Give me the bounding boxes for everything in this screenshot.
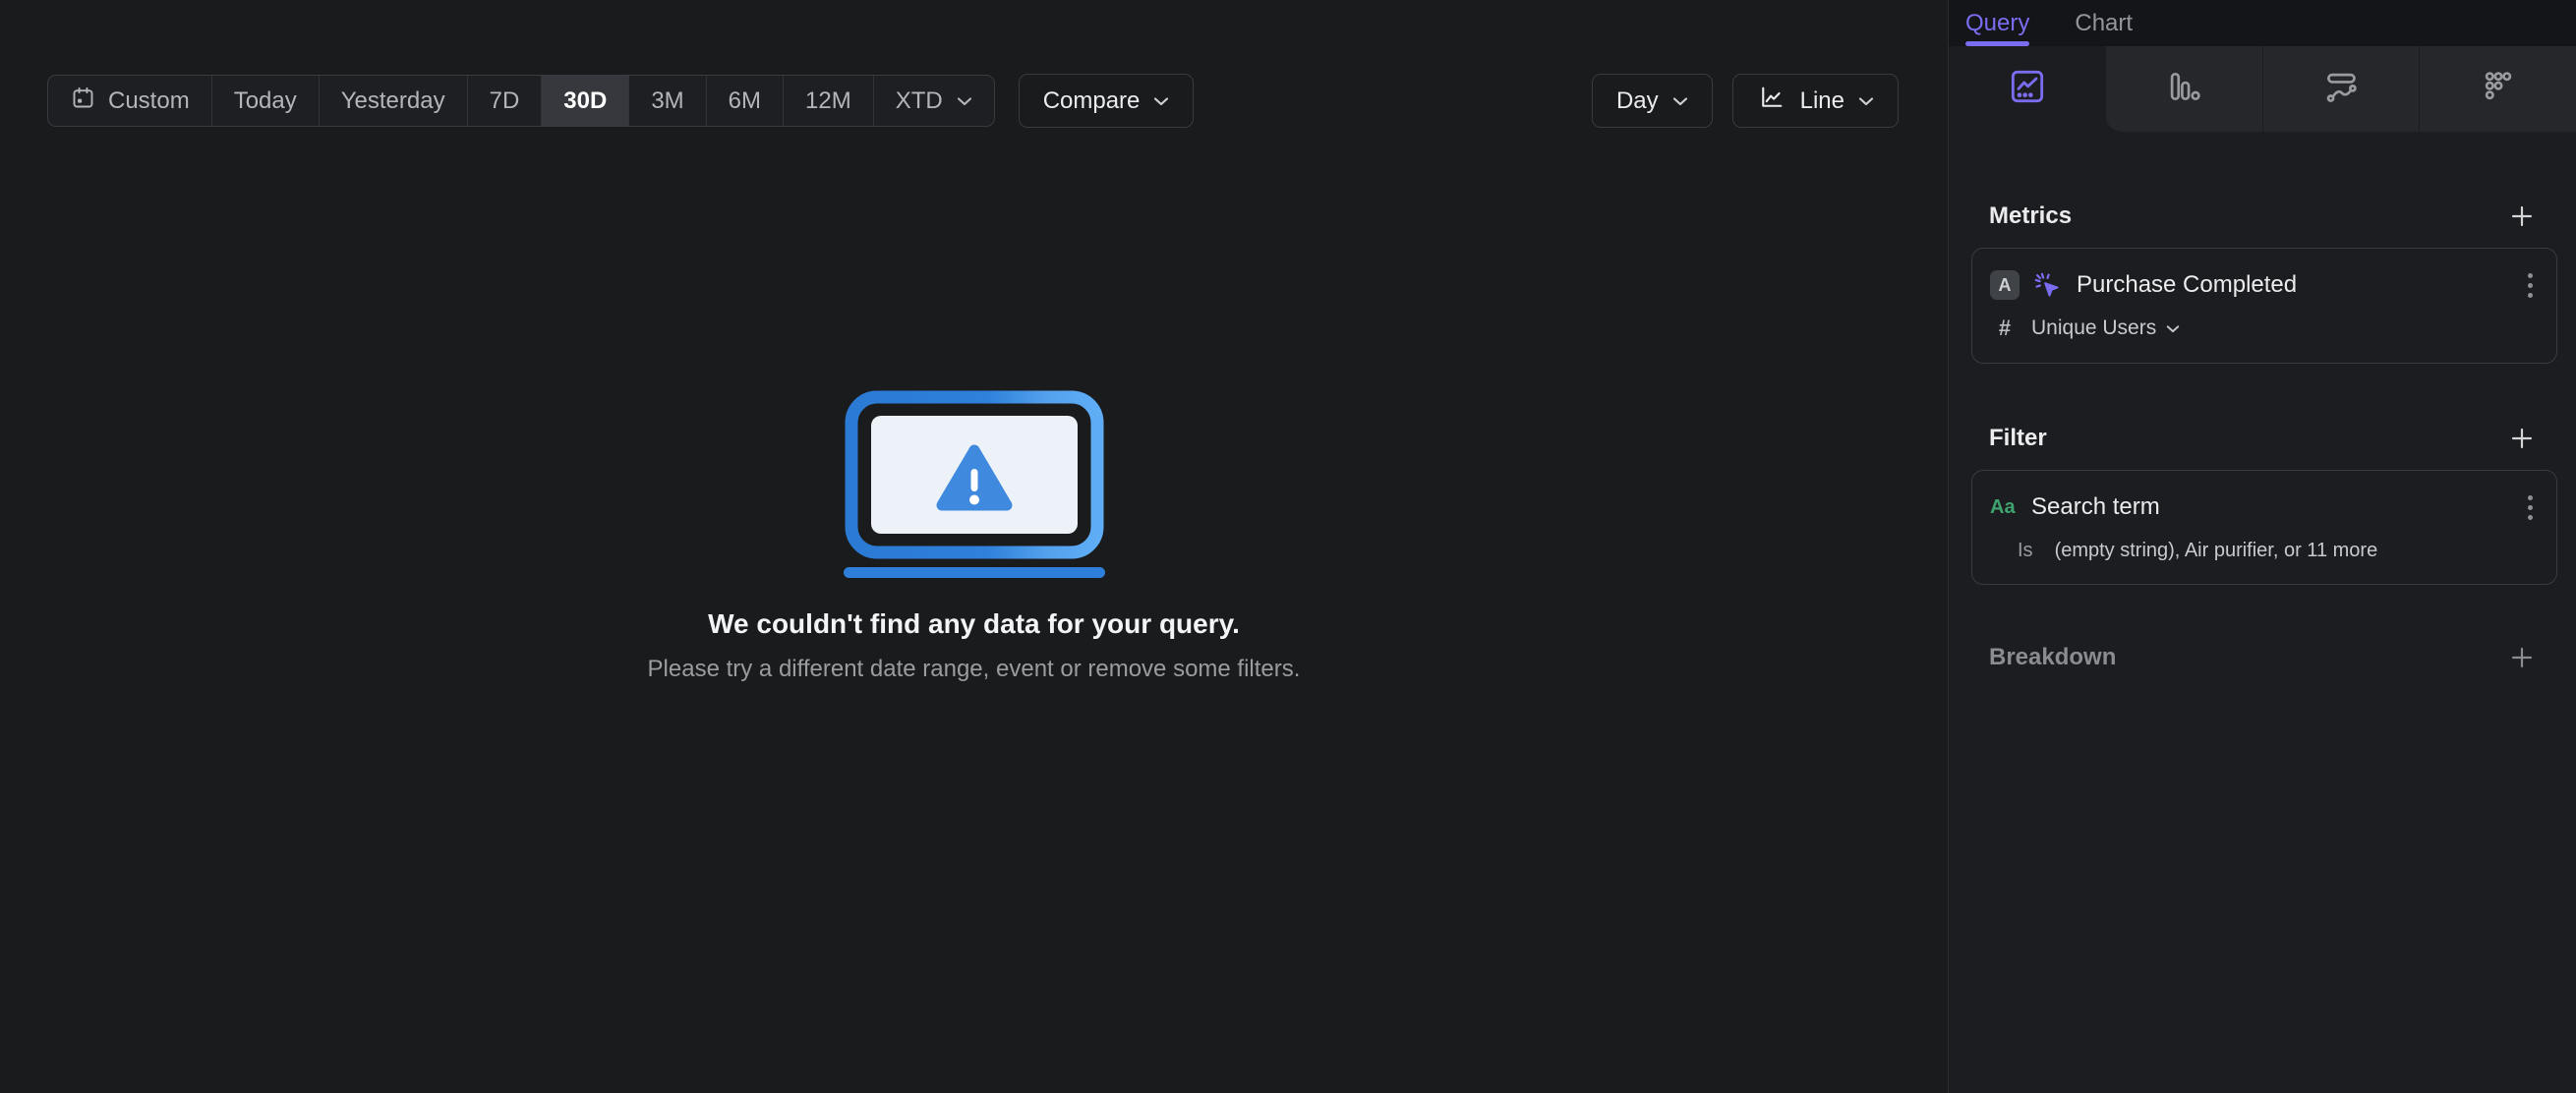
compare-button[interactable]: Compare bbox=[1018, 74, 1195, 128]
date-range-segmented-control: Custom Today Yesterday 7D 30D 3M 6M 12M … bbox=[47, 75, 995, 127]
date-range-7d[interactable]: 7D bbox=[466, 76, 542, 126]
aggregation-type-icon: # bbox=[1998, 316, 2012, 340]
tab-insights[interactable] bbox=[1949, 46, 2106, 132]
chevron-down-icon bbox=[1858, 96, 1874, 106]
metric-card[interactable]: A Purchase Completed # Unique Users bbox=[1971, 248, 2557, 364]
date-range-6m[interactable]: 6M bbox=[705, 76, 783, 126]
plus-icon bbox=[2511, 205, 2533, 227]
metric-letter-badge: A bbox=[1990, 270, 2020, 300]
metric-event-name[interactable]: Purchase Completed bbox=[2077, 271, 2297, 299]
report-type-tabs bbox=[1949, 46, 2576, 132]
chevron-down-icon bbox=[957, 96, 972, 106]
tab-retention[interactable] bbox=[2420, 46, 2576, 132]
breakdown-heading: Breakdown bbox=[1989, 644, 2117, 670]
date-range-label: 6M bbox=[728, 86, 761, 114]
date-range-3m[interactable]: 3M bbox=[628, 76, 705, 126]
warning-laptop-illustration bbox=[843, 389, 1105, 583]
date-range-label: 12M bbox=[805, 86, 851, 114]
chart-type-dropdown[interactable]: Line bbox=[1731, 74, 1899, 128]
chevron-down-icon bbox=[2167, 324, 2180, 332]
breakdown-section-header: Breakdown bbox=[1971, 642, 2557, 673]
filter-property-name[interactable]: Search term bbox=[2031, 493, 2160, 521]
granularity-dropdown[interactable]: Day bbox=[1591, 74, 1713, 128]
date-range-label: 30D bbox=[563, 86, 608, 114]
date-range-label: Custom bbox=[108, 86, 190, 114]
date-range-label: XTD bbox=[895, 86, 943, 114]
tab-flows[interactable] bbox=[2263, 46, 2421, 132]
funnel-bars-icon bbox=[2165, 68, 2202, 110]
flows-icon bbox=[2322, 68, 2360, 110]
tab-chart[interactable]: Chart bbox=[2075, 0, 2133, 46]
empty-state-subtitle: Please try a different date range, event… bbox=[647, 656, 1301, 682]
main-report-area: Custom Today Yesterday 7D 30D 3M 6M 12M … bbox=[0, 0, 1948, 1093]
insights-chart-icon bbox=[2008, 67, 2047, 111]
date-range-xtd[interactable]: XTD bbox=[872, 76, 994, 126]
filter-row-property: Aa Search term bbox=[1990, 487, 2539, 528]
query-builder-sidebar: Query Chart Metrics A Purchase Completed… bbox=[1948, 0, 2576, 1093]
click-event-icon bbox=[2031, 269, 2063, 301]
chevron-down-icon bbox=[1153, 96, 1169, 106]
metrics-heading: Metrics bbox=[1989, 202, 2073, 229]
aggregation-label: Unique Users bbox=[2031, 316, 2157, 339]
sidebar-tabbar: Query Chart bbox=[1949, 0, 2576, 46]
date-range-controls: Custom Today Yesterday 7D 30D 3M 6M 12M … bbox=[47, 74, 1195, 128]
plus-icon bbox=[2511, 647, 2533, 668]
add-metric-button[interactable] bbox=[2506, 201, 2538, 232]
kebab-menu-icon[interactable] bbox=[2522, 489, 2539, 526]
tab-query-label: Query bbox=[1965, 9, 2030, 36]
metrics-section-header: Metrics bbox=[1971, 201, 2557, 232]
compare-label: Compare bbox=[1042, 86, 1141, 114]
plus-icon bbox=[2511, 428, 2533, 449]
empty-state-title: We couldn't find any data for your query… bbox=[708, 608, 1240, 639]
query-builder-content: Metrics A Purchase Completed # Unique Us… bbox=[1949, 132, 2576, 673]
date-range-today[interactable]: Today bbox=[210, 76, 319, 126]
empty-state: We couldn't find any data for your query… bbox=[0, 389, 1948, 683]
add-breakdown-button[interactable] bbox=[2506, 642, 2538, 673]
tab-chart-label: Chart bbox=[2075, 9, 2134, 36]
filter-operator[interactable]: Is bbox=[2018, 540, 2033, 562]
chevron-down-icon bbox=[1672, 96, 1688, 106]
tab-query[interactable]: Query bbox=[1965, 0, 2030, 46]
report-toolbar: Custom Today Yesterday 7D 30D 3M 6M 12M … bbox=[0, 0, 1948, 128]
tab-funnels[interactable] bbox=[2106, 46, 2263, 132]
metric-row-aggregation: # Unique Users bbox=[1990, 316, 2539, 341]
filter-card[interactable]: Aa Search term Is (empty string), Air pu… bbox=[1971, 470, 2557, 585]
date-range-custom[interactable]: Custom bbox=[48, 76, 211, 126]
date-range-12m[interactable]: 12M bbox=[783, 76, 873, 126]
line-chart-icon bbox=[1757, 84, 1786, 118]
chart-display-controls: Day Line bbox=[1591, 74, 1899, 128]
date-range-label: 7D bbox=[489, 86, 520, 114]
date-range-label: Yesterday bbox=[340, 86, 445, 114]
add-filter-button[interactable] bbox=[2506, 423, 2538, 454]
chart-type-label: Line bbox=[1799, 86, 1844, 114]
filter-values[interactable]: (empty string), Air purifier, or 11 more bbox=[2055, 540, 2378, 562]
date-range-yesterday[interactable]: Yesterday bbox=[318, 76, 467, 126]
kebab-menu-icon[interactable] bbox=[2522, 267, 2539, 304]
filter-section-header: Filter bbox=[1971, 423, 2557, 454]
calendar-icon bbox=[70, 85, 96, 118]
aggregation-dropdown[interactable]: Unique Users bbox=[2031, 316, 2180, 340]
date-range-30d[interactable]: 30D bbox=[541, 76, 629, 126]
text-property-icon: Aa bbox=[1990, 495, 2016, 518]
date-range-label: Today bbox=[233, 86, 297, 114]
report-type-inactive-tabs bbox=[2106, 46, 2576, 132]
retention-dots-icon bbox=[2480, 68, 2517, 110]
date-range-label: 3M bbox=[651, 86, 684, 114]
metric-row-event: A Purchase Completed bbox=[1990, 264, 2539, 306]
filter-row-values: Is (empty string), Air purifier, or 11 m… bbox=[1990, 540, 2539, 562]
granularity-label: Day bbox=[1615, 86, 1659, 114]
filter-heading: Filter bbox=[1989, 425, 2047, 451]
